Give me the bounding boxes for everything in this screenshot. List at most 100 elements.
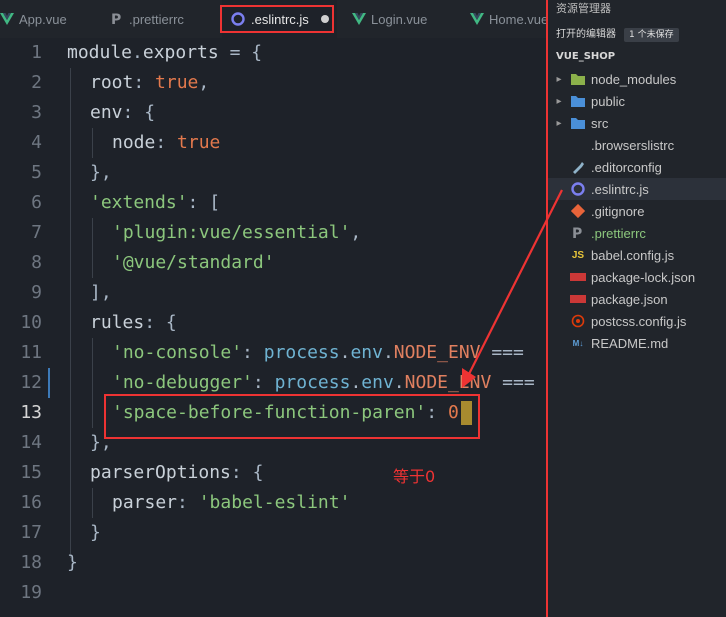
tree-item-label: public [591, 93, 625, 109]
prettier-icon: P [110, 11, 124, 27]
code-text: } [90, 518, 101, 548]
editorconfig-icon [570, 159, 586, 175]
tree-item-label: .editorconfig [591, 159, 662, 175]
tree-item-readme[interactable]: M↓ README.md [548, 332, 726, 354]
tree-item-babel-config[interactable]: JS babel.config.js [548, 244, 726, 266]
tab-prettierrc[interactable]: P .prettierrc [110, 0, 184, 38]
eslint-icon [570, 181, 586, 197]
line-number: 4 [31, 132, 42, 153]
code-line: 15 parserOptions: { [0, 458, 546, 488]
line-number: 2 [31, 72, 42, 93]
token: . [393, 372, 405, 393]
npm-icon [570, 269, 586, 285]
line-number: 18 [20, 552, 42, 573]
token: }, [90, 162, 112, 183]
token: 'babel-eslint' [198, 492, 351, 513]
tree-item-label: babel.config.js [591, 247, 675, 263]
tab-eslintrc[interactable]: .eslintrc.js [222, 0, 337, 38]
line-number: 6 [31, 192, 42, 213]
tree-item-eslintrc[interactable]: .eslintrc.js [548, 178, 726, 200]
code-line: 2 root: true, [0, 68, 546, 98]
token: 0 [447, 402, 459, 423]
code-line: 3 env: { [0, 98, 546, 128]
token: rules [90, 312, 145, 333]
token: , [350, 222, 362, 243]
token: env [350, 342, 383, 363]
code-text: root: true, [90, 68, 209, 98]
unsaved-badge: 1 个未保存 [624, 28, 679, 42]
token: : [155, 132, 178, 153]
token: '@vue/standard' [112, 252, 275, 273]
token: 'space-before-function-paren' [112, 402, 427, 423]
code-text: rules: { [90, 308, 177, 338]
chevron-right-icon: ▸ [556, 95, 562, 107]
code-line: 14 }, [0, 428, 546, 458]
git-icon [570, 203, 586, 219]
tree-item-label: .prettierrc [591, 225, 646, 241]
svg-text:P: P [572, 226, 582, 241]
code-editor[interactable]: App.vue P .prettierrc .eslintrc.js Login… [0, 0, 546, 617]
line-number: 13 [20, 402, 42, 423]
code-text: module.exports = { [67, 38, 262, 68]
tab-home-vue[interactable]: Home.vue [470, 0, 546, 38]
token: node [112, 132, 156, 153]
code-line-current: 13 'space-before-function-paren': 0 [0, 398, 546, 428]
npm-icon [570, 291, 586, 307]
tree-item-gitignore[interactable]: .gitignore [548, 200, 726, 222]
code-line: 6 'extends': [ [0, 188, 546, 218]
tab-app-vue[interactable]: App.vue [0, 0, 67, 38]
tree-item-editorconfig[interactable]: .editorconfig [548, 156, 726, 178]
token: : { [144, 312, 177, 333]
code-line: 8 '@vue/standard' [0, 248, 546, 278]
unsaved-dot-icon[interactable] [320, 15, 329, 23]
token: === [480, 342, 524, 363]
token: env [90, 102, 123, 123]
open-editors-label: 打开的编辑器 [556, 29, 616, 40]
annotation-text: 等于0 [393, 467, 436, 486]
code-text: 'no-console': process.env.NODE_ENV === [112, 338, 524, 368]
token: }, [90, 432, 112, 453]
code-line: 10 rules: { [0, 308, 546, 338]
code-area[interactable]: 1 module.exports = { 2 root: true, 3 env… [0, 38, 546, 617]
token: . [132, 42, 143, 63]
token: ], [90, 282, 112, 303]
token: 'no-debugger' [112, 372, 253, 393]
line-number: 1 [31, 42, 42, 63]
code-text: 'extends': [ [90, 188, 220, 218]
code-text: env: { [90, 98, 155, 128]
tree-item-prettierrc[interactable]: P .prettierrc [548, 222, 726, 244]
token: 'no-console' [112, 342, 243, 363]
tree-item-node-modules[interactable]: ▸ node_modules [548, 68, 726, 90]
line-number: 11 [20, 342, 42, 363]
tree-item-public[interactable]: ▸ public [548, 90, 726, 112]
token: process [263, 342, 340, 363]
tree-item-browserslistrc[interactable]: .browserslistrc [548, 134, 726, 156]
postcss-icon [570, 313, 586, 329]
token: 'plugin:vue/essential' [112, 222, 351, 243]
workspace-root[interactable]: VUE_SHOP [556, 48, 615, 66]
tree-item-package-json[interactable]: package.json [548, 288, 726, 310]
token: . [382, 342, 394, 363]
token: parser [112, 492, 178, 513]
tree-item-package-lock[interactable]: package-lock.json [548, 266, 726, 288]
token: NODE_ENV [393, 342, 481, 363]
tree-item-label: node_modules [591, 71, 677, 87]
code-line: 16 parser: 'babel-eslint' [0, 488, 546, 518]
token: : [426, 402, 448, 423]
line-number: 15 [20, 462, 42, 483]
open-editors-section[interactable]: 打开的编辑器 1 个未保存 [556, 26, 679, 44]
tab-login-vue[interactable]: Login.vue [352, 0, 427, 38]
eslint-icon [230, 11, 246, 27]
token: : [133, 72, 156, 93]
file-icon [570, 137, 586, 153]
code-text: parser: 'babel-eslint' [112, 488, 350, 518]
svg-text:P: P [111, 12, 121, 27]
token: : [177, 492, 199, 513]
code-text: 'space-before-function-paren': 0 [112, 398, 472, 428]
tree-item-label: src [591, 115, 609, 131]
code-line: 11 'no-console': process.env.NODE_ENV ==… [0, 338, 546, 368]
code-text: node: true [112, 128, 220, 158]
tree-item-postcss-config[interactable]: postcss.config.js [548, 310, 726, 332]
line-number: 9 [31, 282, 42, 303]
tree-item-src[interactable]: ▸ src [548, 112, 726, 134]
